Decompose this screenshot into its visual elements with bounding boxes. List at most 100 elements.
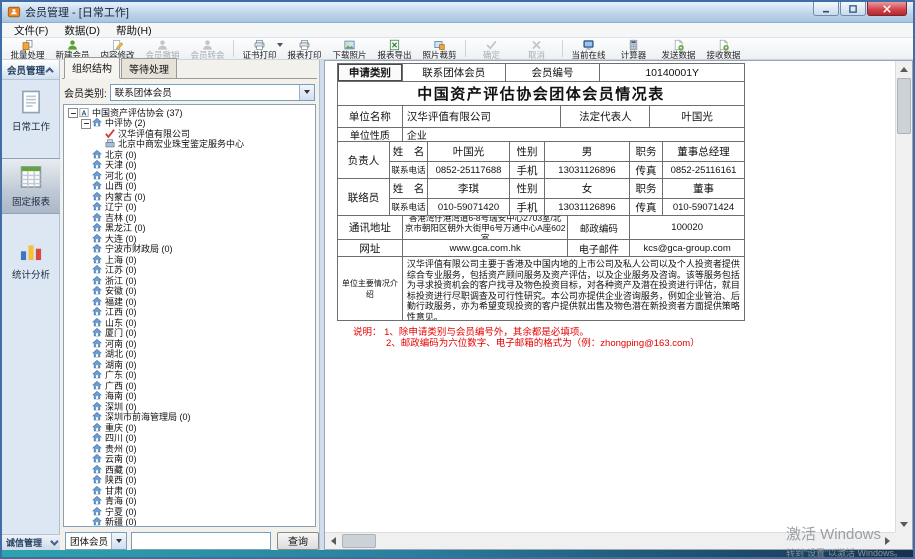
- window-title: 会员管理 - [日常工作]: [25, 4, 129, 20]
- tree-item[interactable]: A中国资产评估协会 (37): [64, 107, 315, 118]
- horizontal-scrollbar[interactable]: [325, 532, 895, 549]
- combo-arrow-icon[interactable]: [111, 533, 126, 549]
- toolbar-button[interactable]: 下载照片: [327, 38, 372, 59]
- menu-help[interactable]: 帮助(H): [108, 23, 160, 38]
- query-button[interactable]: 查询: [277, 532, 319, 550]
- combo-arrow-icon[interactable]: [299, 85, 314, 100]
- tree-item[interactable]: 河南 (0): [64, 338, 315, 349]
- tree-item[interactable]: 贵州 (0): [64, 443, 315, 454]
- toolbar-button[interactable]: 证书打印: [237, 38, 282, 59]
- scroll-up-button[interactable]: [896, 61, 912, 77]
- tree-item[interactable]: 北京 (0): [64, 149, 315, 160]
- minimize-icon: [820, 3, 832, 15]
- tree-item[interactable]: 重庆 (0): [64, 422, 315, 433]
- tree-item[interactable]: 宁波市财政局 (0): [64, 244, 315, 255]
- tree-item[interactable]: 江苏 (0): [64, 265, 315, 276]
- toolbar-button: 会员转会: [185, 38, 230, 59]
- tree-item[interactable]: 天津 (0): [64, 160, 315, 171]
- sidebar-item-label: 统计分析: [12, 267, 50, 281]
- minimize-button[interactable]: [813, 2, 839, 16]
- tab-organization-structure[interactable]: 组织结构: [64, 57, 120, 79]
- tree-expander-spacer: [80, 475, 91, 485]
- organization-tree: A中国资产评估协会 (37)中评协 (2)汉华评值有限公司北京中商宏业珠宝鉴定服…: [63, 104, 316, 527]
- toolbar-button[interactable]: 发送数据: [656, 38, 701, 59]
- home-icon: [91, 495, 103, 506]
- tree-item[interactable]: 河北 (0): [64, 170, 315, 181]
- form-title: 中国资产评估协会团体会员情况表: [338, 82, 745, 106]
- tree-item[interactable]: 大连 (0): [64, 233, 315, 244]
- tree-item[interactable]: 上海 (0): [64, 254, 315, 265]
- email-value: kcs@gca-group.com: [630, 240, 745, 257]
- member-checked-icon: [104, 128, 116, 139]
- sidebar-item-fixed-reports[interactable]: 固定报表: [2, 158, 60, 214]
- toolbar-button[interactable]: 接收数据: [701, 38, 746, 59]
- scroll-right-button[interactable]: [879, 533, 895, 549]
- tree-item[interactable]: 厦门 (0): [64, 328, 315, 339]
- tab-pending-process[interactable]: 等待处理: [121, 58, 177, 78]
- tree-item[interactable]: 江西 (0): [64, 307, 315, 318]
- tree-expander-spacer: [80, 170, 91, 180]
- search-type-select[interactable]: 团体会员: [65, 532, 127, 550]
- toolbar-button[interactable]: 新建会员: [50, 38, 95, 59]
- toolbar-button[interactable]: 报表导出: [372, 38, 417, 59]
- toolbar-button[interactable]: 当前在线: [566, 38, 611, 59]
- tree-item[interactable]: 新疆 (0): [64, 517, 315, 528]
- scroll-left-button[interactable]: [325, 533, 341, 549]
- toolbar-button-label: 批量处理: [10, 51, 44, 60]
- toolbar-button[interactable]: 批量处理: [5, 38, 50, 59]
- close-icon: [881, 3, 893, 15]
- tree-item[interactable]: 北京中商宏业珠宝鉴定服务中心: [64, 139, 315, 150]
- toolbar-button: 会员撤销: [140, 38, 185, 59]
- sidebar-item-statistics[interactable]: 统计分析: [2, 232, 60, 288]
- tree-item[interactable]: 山西 (0): [64, 181, 315, 192]
- member-search-input[interactable]: [131, 532, 271, 550]
- scroll-down-button[interactable]: [896, 516, 912, 532]
- horizontal-scroll-thumb[interactable]: [342, 534, 376, 548]
- menu-file[interactable]: 文件(F): [6, 23, 56, 38]
- toolbar-button[interactable]: 计算器: [611, 38, 656, 59]
- unit-name-value: 汉华评值有限公司: [403, 106, 562, 128]
- tree-item[interactable]: 云南 (0): [64, 454, 315, 465]
- tree-item[interactable]: 广西 (0): [64, 380, 315, 391]
- nav-header-member-management[interactable]: 会员管理: [2, 60, 59, 80]
- close-button[interactable]: [867, 2, 907, 16]
- tree-item[interactable]: 辽宁 (0): [64, 202, 315, 213]
- nav-footer-integrity-management[interactable]: 诚信管理: [2, 534, 60, 550]
- tree-expander-icon[interactable]: [80, 118, 91, 128]
- tree-item[interactable]: 宁夏 (0): [64, 506, 315, 517]
- tree-expander-spacer: [80, 265, 91, 275]
- tree-item[interactable]: 安徽 (0): [64, 286, 315, 297]
- sidebar-item-daily-work[interactable]: 日常工作: [2, 84, 60, 140]
- tree-item[interactable]: 青海 (0): [64, 496, 315, 507]
- tree-expander-icon[interactable]: [67, 107, 78, 117]
- vertical-scroll-thumb[interactable]: [897, 78, 911, 134]
- tree-item[interactable]: 四川 (0): [64, 433, 315, 444]
- toolbar-button[interactable]: 内容修改: [95, 38, 140, 59]
- tree-item[interactable]: 西藏 (0): [64, 464, 315, 475]
- member-category-row: 会员类别: 联系团体会员: [64, 83, 315, 101]
- tree-item[interactable]: 陕西 (0): [64, 475, 315, 486]
- home-icon: [91, 453, 103, 464]
- member-category-select[interactable]: 联系团体会员: [110, 84, 315, 101]
- tree-item[interactable]: 浙江 (0): [64, 275, 315, 286]
- main-area: 会员管理 日常工作 固定报表 统计分析 诚信管理 组织结构: [2, 60, 913, 550]
- menu-data[interactable]: 数据(D): [56, 23, 108, 38]
- tree-item[interactable]: 甘肃 (0): [64, 485, 315, 496]
- tree-item[interactable]: 海南 (0): [64, 391, 315, 402]
- toolbar-button[interactable]: 照片裁剪: [417, 38, 462, 59]
- tree-item[interactable]: 山东 (0): [64, 317, 315, 328]
- tree-item[interactable]: 吉林 (0): [64, 212, 315, 223]
- vertical-scrollbar[interactable]: [895, 61, 912, 532]
- toolbar-button[interactable]: 报表打印: [282, 38, 327, 59]
- tree-item[interactable]: 黑龙江 (0): [64, 223, 315, 234]
- maximize-button[interactable]: [840, 2, 866, 16]
- toolbar-button-label: 报表打印: [287, 51, 321, 60]
- tree-item[interactable]: 内蒙古 (0): [64, 191, 315, 202]
- tree-item[interactable]: 广东 (0): [64, 370, 315, 381]
- tree-item[interactable]: 深圳市前海管理局 (0): [64, 412, 315, 423]
- apply-type-header-cell[interactable]: 申请类别: [338, 64, 403, 82]
- tree-item[interactable]: 福建 (0): [64, 296, 315, 307]
- tree-item[interactable]: 湖北 (0): [64, 349, 315, 360]
- tree-item[interactable]: 湖南 (0): [64, 359, 315, 370]
- home-icon: [91, 170, 103, 181]
